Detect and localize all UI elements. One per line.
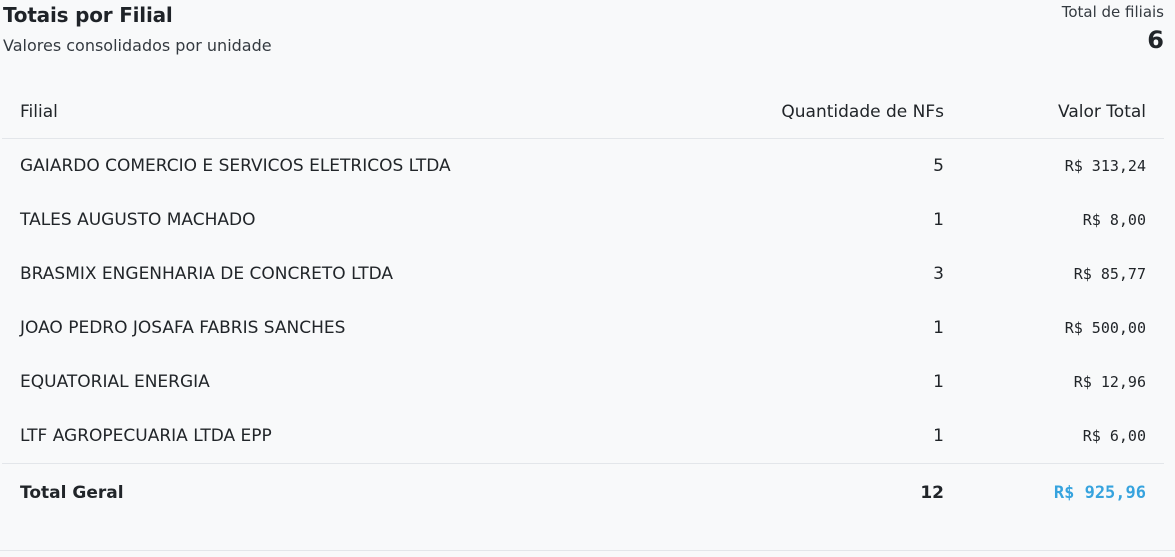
page-header: Totais por Filial Valores consolidados p… bbox=[0, 0, 1175, 70]
cell-filial: GAIARDO COMERCIO E SERVICOS ELETRICOS LT… bbox=[20, 156, 451, 176]
total-valor: R$ 925,96 bbox=[962, 463, 1164, 522]
cell-filial: EQUATORIAL ENERGIA bbox=[20, 372, 210, 392]
total-label: Total Geral bbox=[2, 463, 662, 522]
page-subtitle: Valores consolidados por unidade bbox=[3, 36, 272, 55]
cell-filial: BRASMIX ENGENHARIA DE CONCRETO LTDA bbox=[20, 264, 394, 284]
cell-valor: R$ 12,96 bbox=[1073, 373, 1146, 391]
column-header-valor[interactable]: Valor Total bbox=[962, 86, 1164, 139]
column-header-filial[interactable]: Filial bbox=[2, 86, 662, 139]
branch-totals-table: Filial Quantidade de NFs Valor Total GAI… bbox=[2, 86, 1164, 522]
total-row: Total Geral 12 R$ 925,96 bbox=[2, 463, 1164, 522]
table-row[interactable]: JOAO PEDRO JOSAFA FABRIS SANCHES 1 R$ 50… bbox=[2, 301, 1164, 355]
table-header-row: Filial Quantidade de NFs Valor Total bbox=[2, 86, 1164, 139]
bottom-divider bbox=[0, 550, 1175, 551]
cell-valor: R$ 500,00 bbox=[1064, 319, 1146, 337]
cell-quantidade: 1 bbox=[933, 426, 944, 446]
table-row[interactable]: EQUATORIAL ENERGIA 1 R$ 12,96 bbox=[2, 355, 1164, 409]
cell-quantidade: 3 bbox=[933, 264, 944, 284]
cell-quantidade: 1 bbox=[933, 372, 944, 392]
cell-valor: R$ 313,24 bbox=[1064, 157, 1146, 175]
cell-valor: R$ 8,00 bbox=[1082, 211, 1146, 229]
cell-valor: R$ 85,77 bbox=[1073, 265, 1146, 283]
table-row[interactable]: BRASMIX ENGENHARIA DE CONCRETO LTDA 3 R$… bbox=[2, 247, 1164, 301]
cell-filial: TALES AUGUSTO MACHADO bbox=[20, 210, 256, 230]
total-quantidade: 12 bbox=[662, 463, 962, 522]
table-row[interactable]: TALES AUGUSTO MACHADO 1 R$ 8,00 bbox=[2, 193, 1164, 247]
table-row[interactable]: LTF AGROPECUARIA LTDA EPP 1 R$ 6,00 bbox=[2, 409, 1164, 464]
cell-quantidade: 5 bbox=[933, 156, 944, 176]
table-row[interactable]: GAIARDO COMERCIO E SERVICOS ELETRICOS LT… bbox=[2, 139, 1164, 194]
page-title: Totais por Filial bbox=[3, 3, 173, 27]
cell-quantidade: 1 bbox=[933, 210, 944, 230]
cell-filial: LTF AGROPECUARIA LTDA EPP bbox=[20, 426, 272, 446]
branch-count-label: Total de filiais bbox=[1061, 3, 1164, 21]
branch-count-value: 6 bbox=[1147, 26, 1164, 54]
cell-quantidade: 1 bbox=[933, 318, 944, 338]
column-header-quantidade[interactable]: Quantidade de NFs bbox=[662, 86, 962, 139]
cell-filial: JOAO PEDRO JOSAFA FABRIS SANCHES bbox=[20, 318, 346, 338]
cell-valor: R$ 6,00 bbox=[1082, 427, 1146, 445]
